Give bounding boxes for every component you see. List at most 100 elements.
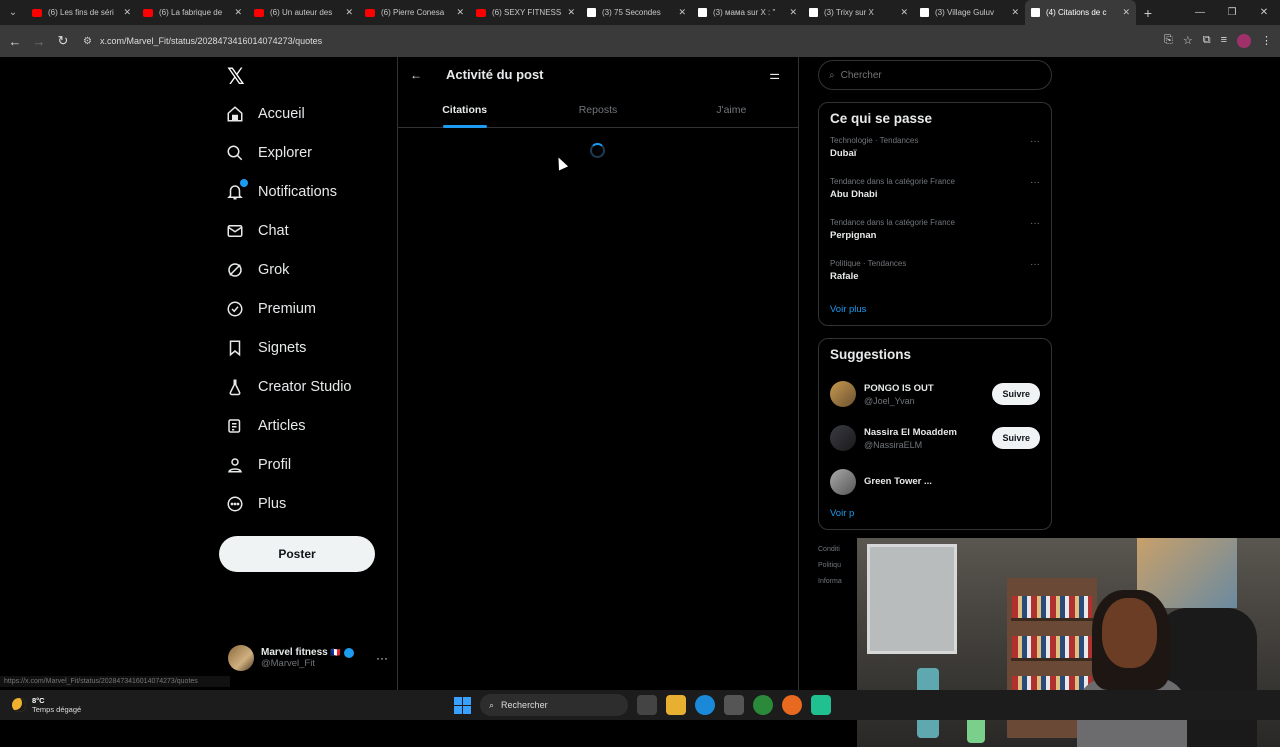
start-icon[interactable] — [454, 696, 471, 714]
edge-icon[interactable] — [695, 695, 715, 715]
forward-icon[interactable]: → — [27, 34, 51, 49]
x-page: 𝕏 Accueil Explorer Notifications Chat Gr… — [0, 57, 1280, 747]
nav-item-accueil[interactable]: Accueil — [226, 99, 305, 129]
post-button[interactable]: Poster — [219, 536, 375, 572]
close-tab-icon[interactable]: ✕ — [123, 7, 131, 18]
show-more-suggestions-link[interactable]: Voir p — [830, 508, 1040, 519]
notification-dot — [240, 179, 248, 187]
nav-item-signets[interactable]: Signets — [226, 333, 306, 363]
close-window-icon[interactable]: ✕ — [1248, 7, 1280, 18]
trend-item[interactable]: Tendance dans la catégorie France Perpig… — [830, 218, 1040, 259]
nav-item-creator-studio[interactable]: Creator Studio — [226, 372, 352, 402]
install-icon[interactable]: ⎘ — [1164, 34, 1173, 48]
browser-tab[interactable]: (6) Un auteur des ✕ — [248, 0, 359, 25]
trend-more-icon[interactable]: ··· — [1030, 177, 1040, 188]
nav-item-profil[interactable]: Profil — [226, 450, 291, 480]
x-icon — [920, 8, 929, 17]
site-settings-icon[interactable]: ⚙ — [83, 36, 92, 47]
trend-more-icon[interactable]: ··· — [1030, 136, 1040, 147]
profile-avatar[interactable] — [1237, 34, 1251, 48]
trend-more-icon[interactable]: ··· — [1030, 259, 1040, 270]
tab-citations[interactable]: Citations — [398, 92, 531, 127]
task-view-icon[interactable] — [637, 695, 657, 715]
suggestion-item[interactable]: Nassira El Moaddem @NassiraELM Suivre — [830, 416, 1040, 460]
nav-item-label: Explorer — [258, 145, 312, 161]
tab-title: (6) Les fins de séri — [48, 8, 114, 17]
follow-button[interactable]: Suivre — [992, 427, 1040, 449]
trend-item[interactable]: Technologie · Tendances Dubaï ··· — [830, 136, 1040, 177]
tab-jaime[interactable]: J'aime — [665, 92, 798, 127]
follow-button[interactable]: Suivre — [992, 383, 1040, 405]
trend-item[interactable]: Politique · Tendances Rafale ··· — [830, 259, 1040, 300]
firefox-icon[interactable] — [782, 695, 802, 715]
app-icon[interactable] — [811, 695, 831, 715]
trend-more-icon[interactable]: ··· — [1030, 218, 1040, 229]
browser-tab[interactable]: (4) Citations de c ✕ — [1025, 0, 1136, 25]
tab-title: (4) Citations de c — [1046, 8, 1107, 17]
nav-item-articles[interactable]: Articles — [226, 411, 306, 441]
avatar — [830, 425, 856, 451]
suggestion-item[interactable]: PONGO IS OUT @Joel_Yvan Suivre — [830, 372, 1040, 416]
star-icon[interactable]: ☆ — [1183, 34, 1193, 48]
show-more-link[interactable]: Voir plus — [830, 304, 1040, 315]
nav-item-chat[interactable]: Chat — [226, 216, 289, 246]
avatar — [228, 645, 254, 671]
close-tab-icon[interactable]: ✕ — [456, 7, 464, 18]
search-input[interactable] — [840, 69, 1021, 81]
new-tab-button[interactable]: + — [1136, 5, 1160, 21]
close-tab-icon[interactable]: ✕ — [567, 7, 575, 18]
weather-widget[interactable]: 8°C Temps dégagé — [0, 696, 81, 714]
tab-search-chevron-icon[interactable]: ⌄ — [0, 0, 26, 25]
nav-item-grok[interactable]: Grok — [226, 255, 289, 285]
nav-item-premium[interactable]: Premium — [226, 294, 316, 324]
trend-name: Rafale — [830, 271, 859, 282]
restore-icon[interactable]: ❐ — [1216, 7, 1248, 18]
close-tab-icon[interactable]: ✕ — [789, 7, 797, 18]
browser-tab[interactable]: (6) SEXY FITNESS ✕ — [470, 0, 581, 25]
more-icon[interactable]: ··· — [376, 651, 388, 665]
tab-title: (6) SEXY FITNESS — [492, 8, 562, 17]
browser-tab[interactable]: (3) Trixy sur X ✕ — [803, 0, 914, 25]
back-icon[interactable]: ← — [3, 34, 27, 49]
store-icon[interactable] — [724, 695, 744, 715]
suggestion-name: PONGO IS OUT — [864, 382, 934, 394]
trend-item[interactable]: Tendance dans la catégorie France Abu Dh… — [830, 177, 1040, 218]
filter-settings-icon[interactable]: ⚌ — [769, 68, 780, 82]
close-tab-icon[interactable]: ✕ — [900, 7, 908, 18]
browser-tab[interactable]: (6) Les fins de séri ✕ — [26, 0, 137, 25]
browser-tab[interactable]: (3) мама sur X : " ✕ — [692, 0, 803, 25]
tab-reposts[interactable]: Reposts — [531, 92, 664, 127]
file-explorer-icon[interactable] — [666, 695, 686, 715]
nav-item-notifications[interactable]: Notifications — [226, 177, 337, 207]
browser-tab[interactable]: (6) La fabrique de ✕ — [137, 0, 248, 25]
nav-item-plus[interactable]: Plus — [226, 489, 286, 519]
nav-item-label: Plus — [258, 496, 287, 512]
minimize-icon[interactable]: — — [1184, 7, 1216, 18]
reload-icon[interactable]: ↻ — [51, 33, 75, 49]
moon-icon — [12, 698, 26, 712]
taskbar-search[interactable]: ⌕ Rechercher — [480, 694, 628, 716]
account-switcher[interactable]: Marvel fitness 🇫🇷 @Marvel_Fit ··· — [228, 643, 388, 673]
tab-title: (6) La fabrique de — [159, 8, 223, 17]
back-arrow-icon[interactable]: ← — [410, 68, 422, 82]
close-tab-icon[interactable]: ✕ — [1011, 7, 1019, 18]
chrome-icon[interactable] — [753, 695, 773, 715]
menu-icon[interactable]: ⋮ — [1261, 34, 1272, 48]
nav-item-label: Accueil — [258, 106, 305, 122]
close-tab-icon[interactable]: ✕ — [678, 7, 686, 18]
media-icon[interactable]: ≡ — [1221, 34, 1227, 48]
close-tab-icon[interactable]: ✕ — [345, 7, 353, 18]
address-bar[interactable]: ⚙ x.com/Marvel_Fit/status/20284734160140… — [83, 29, 1103, 53]
close-tab-icon[interactable]: ✕ — [1122, 7, 1130, 18]
close-tab-icon[interactable]: ✕ — [234, 7, 242, 18]
browser-tab[interactable]: (3) 75 Secondes ✕ — [581, 0, 692, 25]
browser-tab[interactable]: (3) Village Guluv ✕ — [914, 0, 1025, 25]
mouse-cursor-icon — [553, 155, 569, 171]
extensions-icon[interactable]: ⧉ — [1203, 34, 1211, 48]
browser-tab[interactable]: (6) Pierre Conesa ✕ — [359, 0, 470, 25]
grok-icon — [226, 261, 244, 279]
search-box[interactable]: ⌕ — [818, 60, 1052, 90]
x-logo-icon[interactable]: 𝕏 — [227, 65, 245, 90]
nav-item-explorer[interactable]: Explorer — [226, 138, 312, 168]
suggestion-item[interactable]: Green Tower ... — [830, 460, 1040, 504]
